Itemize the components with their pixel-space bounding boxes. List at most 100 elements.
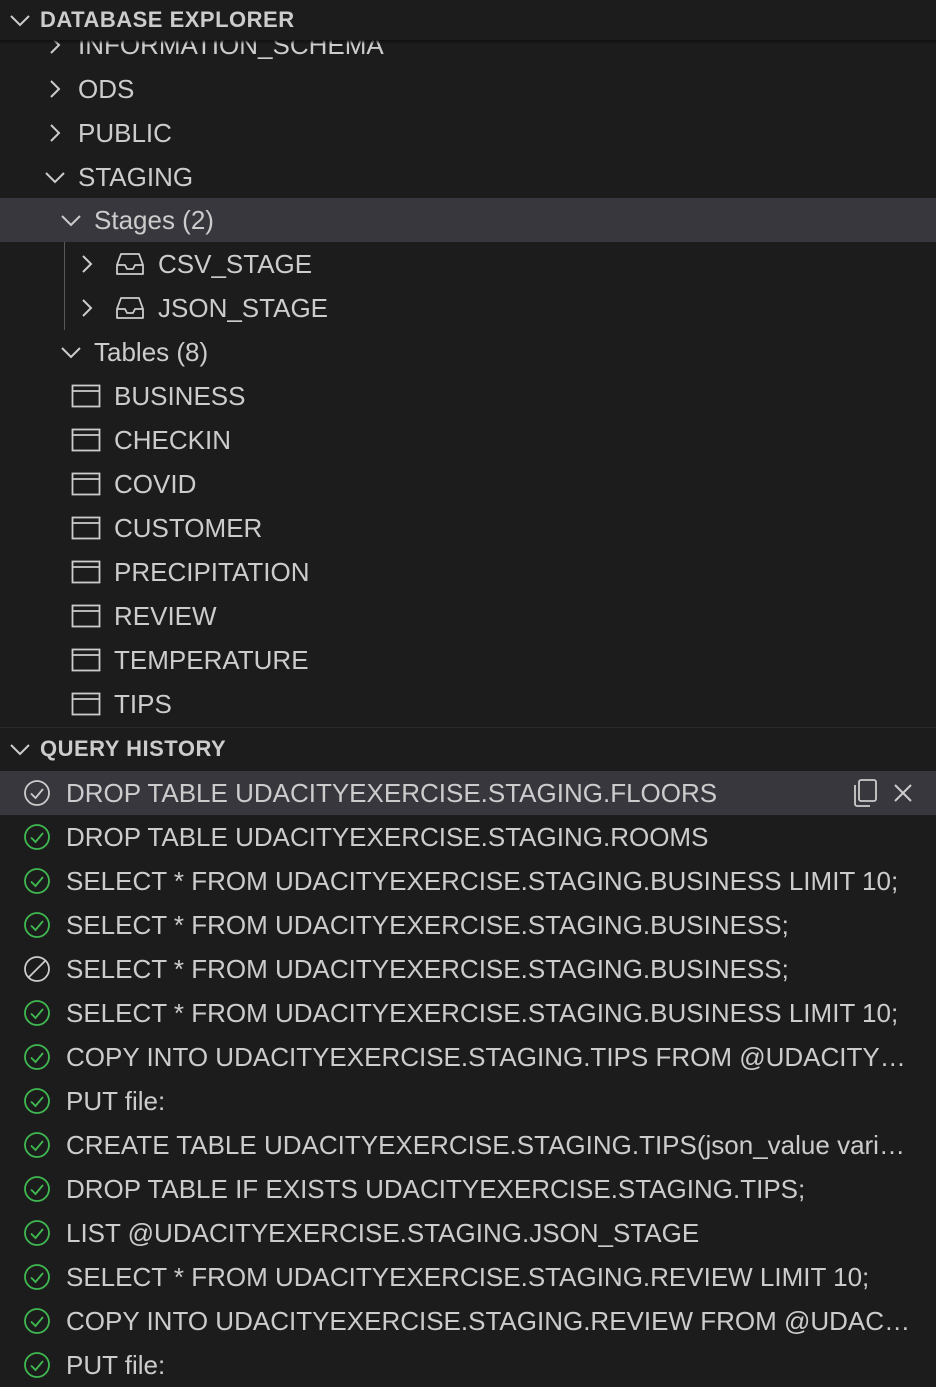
query-text: SELECT * FROM UDACITYEXERCISE.STAGING.BU…: [66, 909, 789, 940]
chevron-right-icon[interactable]: [40, 111, 70, 155]
tree-item-table-temperature[interactable]: TEMPERATURE: [0, 638, 936, 682]
tree-item-label: REVIEW: [114, 600, 217, 631]
panel-divider[interactable]: [0, 727, 936, 728]
row-actions: [852, 771, 914, 815]
chevron-down-icon[interactable]: [56, 330, 86, 374]
query-history-item[interactable]: COPY INTO UDACITYEXERCISE.STAGING.REVIEW…: [0, 1299, 936, 1343]
query-text: PUT file:: [66, 1349, 166, 1380]
chevron-right-icon[interactable]: [72, 242, 102, 286]
query-text: PUT file:: [66, 1085, 166, 1116]
copy-icon[interactable]: [852, 778, 878, 808]
tree-item-label: BUSINESS: [114, 380, 246, 411]
query-history-item[interactable]: PUT file:: [0, 1343, 936, 1387]
query-history-item[interactable]: SELECT * FROM UDACITYEXERCISE.STAGING.BU…: [0, 991, 936, 1035]
tree-item-label: Stages (2): [94, 204, 214, 235]
close-icon[interactable]: [892, 782, 914, 804]
check-circle-icon: [0, 1123, 66, 1167]
query-history-item[interactable]: DROP TABLE UDACITYEXERCISE.STAGING.FLOOR…: [0, 771, 936, 815]
check-circle-icon: [0, 991, 66, 1035]
check-circle-icon: [0, 1255, 66, 1299]
table-icon: [70, 638, 102, 682]
check-circle-icon: [0, 1299, 66, 1343]
query-history-item[interactable]: SELECT * FROM UDACITYEXERCISE.STAGING.BU…: [0, 947, 936, 991]
check-circle-icon: [0, 1343, 66, 1387]
tree-item-label: STAGING: [78, 161, 194, 192]
database-explorer-header[interactable]: DATABASE EXPLORER: [0, 0, 936, 40]
query-text: CREATE TABLE UDACITYEXERCISE.STAGING.TIP…: [66, 1129, 916, 1160]
table-icon: [70, 374, 102, 418]
tree-item-table-checkin[interactable]: CHECKIN: [0, 418, 936, 462]
chevron-down-icon[interactable]: [0, 13, 40, 27]
tree-item-ods[interactable]: ODS: [0, 67, 936, 111]
table-icon: [70, 418, 102, 462]
query-text: DROP TABLE IF EXISTS UDACITYEXERCISE.STA…: [66, 1173, 806, 1204]
check-circle-icon: [0, 1211, 66, 1255]
chevron-right-icon[interactable]: [40, 67, 70, 111]
query-history-item[interactable]: LIST @UDACITYEXERCISE.STAGING.JSON_STAGE: [0, 1211, 936, 1255]
query-text: DROP TABLE UDACITYEXERCISE.STAGING.FLOOR…: [66, 777, 718, 808]
section-title: QUERY HISTORY: [40, 736, 227, 761]
inbox-icon: [114, 242, 146, 286]
tree-item-table-business[interactable]: BUSINESS: [0, 374, 936, 418]
tree-item-table-review[interactable]: REVIEW: [0, 594, 936, 638]
tree-item-label: PUBLIC: [78, 117, 172, 148]
query-text: DROP TABLE UDACITYEXERCISE.STAGING.ROOMS: [66, 821, 709, 852]
tree-item-table-tips[interactable]: TIPS: [0, 682, 936, 726]
tree-item-label: JSON_STAGE: [158, 292, 329, 323]
tree-item-label: ODS: [78, 73, 135, 104]
section-title: DATABASE EXPLORER: [40, 7, 295, 32]
tree-item-stages-group[interactable]: Stages (2): [0, 198, 936, 242]
table-icon: [70, 506, 102, 550]
query-text: SELECT * FROM UDACITYEXERCISE.STAGING.RE…: [66, 1261, 870, 1292]
query-history-header[interactable]: QUERY HISTORY: [0, 729, 936, 769]
chevron-down-icon[interactable]: [40, 155, 70, 199]
query-text: LIST @UDACITYEXERCISE.STAGING.JSON_STAGE: [66, 1217, 700, 1248]
query-text: SELECT * FROM UDACITYEXERCISE.STAGING.BU…: [66, 865, 899, 896]
check-circle-icon: [0, 771, 66, 815]
query-text: SELECT * FROM UDACITYEXERCISE.STAGING.BU…: [66, 997, 899, 1028]
chevron-right-icon[interactable]: [72, 286, 102, 330]
tree-item-label: CUSTOMER: [114, 512, 263, 543]
query-history-item[interactable]: SELECT * FROM UDACITYEXERCISE.STAGING.BU…: [0, 903, 936, 947]
query-history-item[interactable]: COPY INTO UDACITYEXERCISE.STAGING.TIPS F…: [0, 1035, 936, 1079]
tree-item-label: CHECKIN: [114, 424, 232, 455]
tree-item-label: Tables (8): [94, 336, 209, 367]
check-circle-icon: [0, 859, 66, 903]
header-shadow: [0, 40, 936, 44]
inbox-icon: [114, 286, 146, 330]
tree-item-label: PRECIPITATION: [114, 556, 310, 587]
query-history-item[interactable]: PUT file:: [0, 1079, 936, 1123]
tree-item-label: TEMPERATURE: [114, 644, 309, 675]
query-history-item[interactable]: SELECT * FROM UDACITYEXERCISE.STAGING.RE…: [0, 1255, 936, 1299]
table-icon: [70, 462, 102, 506]
check-circle-icon: [0, 1079, 66, 1123]
tree-item-tables-group[interactable]: Tables (8): [0, 330, 936, 374]
tree-item-table-customer[interactable]: CUSTOMER: [0, 506, 936, 550]
table-icon: [70, 682, 102, 726]
tree-item-label: CSV_STAGE: [158, 248, 313, 279]
tree-item-json-stage[interactable]: JSON_STAGE: [0, 286, 936, 330]
tree-item-label: TIPS: [114, 688, 172, 719]
check-circle-icon: [0, 815, 66, 859]
table-icon: [70, 594, 102, 638]
query-text: COPY INTO UDACITYEXERCISE.STAGING.REVIEW…: [66, 1305, 916, 1336]
tree-item-table-covid[interactable]: COVID: [0, 462, 936, 506]
chevron-down-icon[interactable]: [56, 198, 86, 242]
query-history-item[interactable]: CREATE TABLE UDACITYEXERCISE.STAGING.TIP…: [0, 1123, 936, 1167]
tree-item-csv-stage[interactable]: CSV_STAGE: [0, 242, 936, 286]
check-circle-icon: [0, 1167, 66, 1211]
chevron-down-icon[interactable]: [0, 742, 40, 756]
tree-item-public[interactable]: PUBLIC: [0, 111, 936, 155]
tree-item-staging[interactable]: STAGING: [0, 155, 936, 199]
tree-item-label: COVID: [114, 468, 197, 499]
tree-item-table-precipitation[interactable]: PRECIPITATION: [0, 550, 936, 594]
table-icon: [70, 550, 102, 594]
query-history-item[interactable]: DROP TABLE UDACITYEXERCISE.STAGING.ROOMS: [0, 815, 936, 859]
query-text: SELECT * FROM UDACITYEXERCISE.STAGING.BU…: [66, 953, 789, 984]
query-text: COPY INTO UDACITYEXERCISE.STAGING.TIPS F…: [66, 1041, 916, 1072]
cancelled-circle-icon: [0, 947, 66, 991]
query-history-item[interactable]: DROP TABLE IF EXISTS UDACITYEXERCISE.STA…: [0, 1167, 936, 1211]
check-circle-icon: [0, 903, 66, 947]
query-history-item[interactable]: SELECT * FROM UDACITYEXERCISE.STAGING.BU…: [0, 859, 936, 903]
check-circle-icon: [0, 1035, 66, 1079]
